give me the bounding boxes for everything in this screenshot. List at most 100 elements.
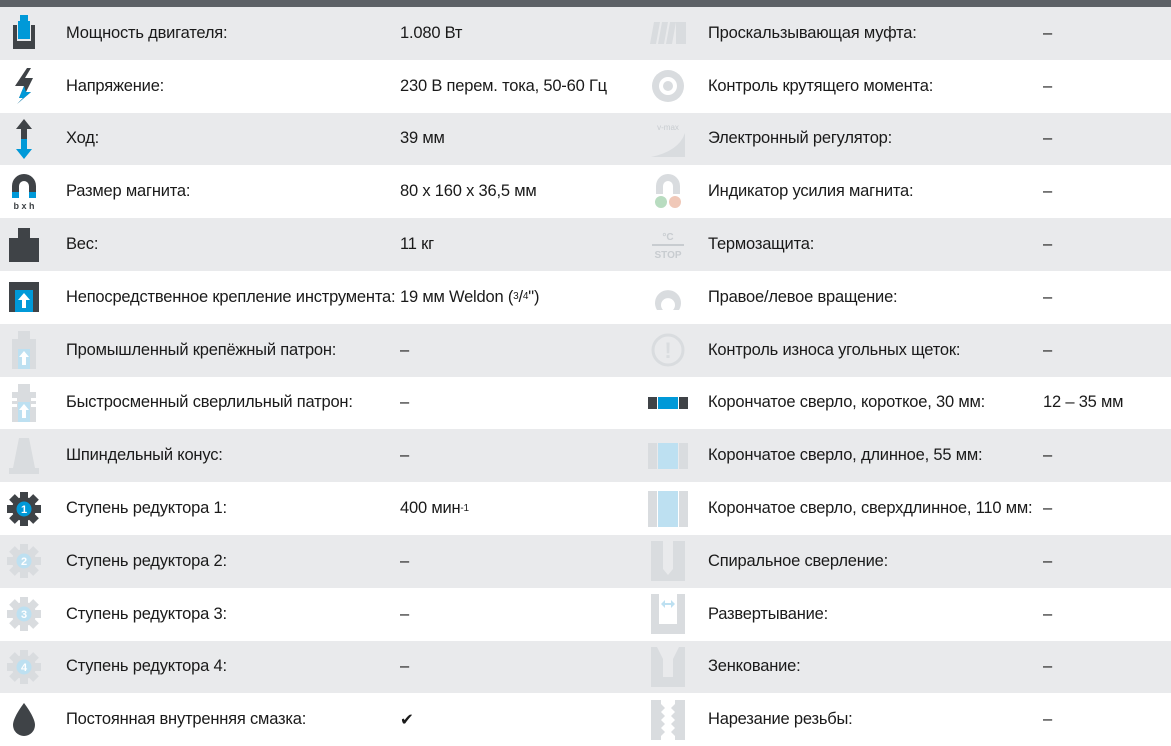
quick-change-chuck-icon (4, 377, 44, 430)
table-row: 4 Ступень редуктора 4: – Зенкование: – (0, 640, 1171, 694)
warning-mark: ! (664, 338, 671, 363)
table-row: Ход: 39 мм v-max Электронный регулятор: … (0, 112, 1171, 166)
table-row: 3 Ступень редуктора 3: – Развертывание: … (0, 587, 1171, 641)
direct-tool-mount-icon (4, 271, 44, 324)
oil-drop-icon (4, 693, 44, 746)
spec-value: – (400, 340, 409, 359)
reaming-icon (648, 588, 688, 641)
spec-value: – (1043, 604, 1052, 623)
core-drill-xlong-icon (648, 482, 688, 535)
spec-label: Спиральное сверление: (708, 551, 889, 570)
speed-value: 400 мин (400, 499, 461, 518)
spec-value: – (400, 604, 409, 623)
thermal-stop-icon: °C STOP (648, 218, 688, 271)
weight-icon (4, 218, 44, 271)
spec-value: – (1043, 129, 1052, 148)
spec-value: – (1043, 551, 1052, 570)
spec-label: Постоянная внутренняя смазка: (66, 710, 307, 729)
countersink-icon (648, 641, 688, 694)
spec-label: Вес: (66, 235, 99, 254)
value-prefix: 19 мм Weldon ( (400, 287, 514, 306)
table-row: b x h Размер магнита: 80 x 160 x 36,5 мм… (0, 165, 1171, 219)
spec-label: Ступень редуктора 1: (66, 499, 227, 518)
table-row: Быстросменный сверлильный патрон: – Коро… (0, 376, 1171, 430)
spec-value: – (1043, 710, 1052, 729)
spec-label: Мощность двигателя: (66, 23, 228, 42)
spec-label: Зенкование: (708, 657, 801, 676)
table-row: 1 Ступень редуктора 1: 400 мин -1 Коронча… (0, 482, 1171, 535)
vmax-regulator-icon: v-max (648, 113, 688, 166)
spec-label: Корончатое сверло, сверхдлинное, 110 мм: (708, 499, 1033, 518)
magnet-indicator-icon (648, 165, 688, 218)
gear-number: 1 (21, 504, 27, 516)
lightning-voltage-icon (4, 60, 44, 113)
spec-label: Ступень редуктора 4: (66, 657, 227, 676)
spec-value: – (1043, 657, 1052, 676)
spec-label: Развертывание: (708, 604, 829, 623)
spec-value: 12 – 35 мм (1043, 393, 1124, 412)
table-row: Промышленный крепёжный патрон: – ! Контр… (0, 323, 1171, 377)
spec-label: Корончатое сверло, короткое, 30 мм: (708, 393, 986, 412)
spec-label: Правое/левое вращение: (708, 287, 898, 306)
spec-label: Ступень редуктора 2: (66, 551, 227, 570)
rotation-icon (648, 271, 688, 324)
table-row: Вес: 11 кг °C STOP Термозащита: – (0, 218, 1171, 271)
table-row: Непосредственное крепление инструмента: … (0, 270, 1171, 324)
spec-value: – (1043, 182, 1052, 201)
spec-value: 1.080 Вт (400, 23, 463, 42)
table-row: Мощность двигателя: 1.080 Вт Проскальзыв… (0, 7, 1171, 60)
tapping-icon (648, 693, 688, 746)
table-row: 2 Ступень редуктора 2: – Спиральное свер… (0, 534, 1171, 588)
spec-label: Контроль износа угольных щеток: (708, 340, 961, 359)
spec-label: Термозащита: (708, 235, 815, 254)
spec-label: Корончатое сверло, длинное, 55 мм: (708, 446, 983, 465)
spec-label: Ступень редуктора 3: (66, 604, 227, 623)
spec-label: Нарезание резьбы: (708, 710, 853, 729)
header-bar (0, 0, 1171, 7)
gear-number: 3 (21, 609, 27, 621)
stroke-arrow-icon (4, 113, 44, 166)
spec-value: – (400, 551, 409, 570)
industrial-chuck-icon (4, 324, 44, 377)
spec-value: – (400, 446, 409, 465)
gear-number: 2 (21, 556, 27, 568)
spec-value: – (1043, 23, 1052, 42)
slip-clutch-icon (648, 7, 688, 60)
spec-label: Ход: (66, 129, 100, 148)
spec-label: Индикатор усилия магнита: (708, 182, 914, 201)
table-row: Напряжение: 230 В перем. тока, 50-60 Гц … (0, 59, 1171, 113)
core-drill-long-icon (648, 429, 688, 482)
gear-4-icon: 4 (4, 641, 44, 694)
spec-value: 11 кг (400, 235, 434, 254)
spec-value: 230 В перем. тока, 50-60 Гц (400, 76, 607, 95)
spec-value: ✔ (400, 710, 414, 729)
spec-label: Напряжение: (66, 76, 165, 95)
value-suffix: ") (528, 287, 540, 306)
spec-label: Быстросменный сверлильный патрон: (66, 393, 353, 412)
spec-value: – (1043, 287, 1052, 306)
spec-value: – (1043, 76, 1052, 95)
table-row: Шпиндельный конус: – Корончатое сверло, … (0, 429, 1171, 483)
gear-2-icon: 2 (4, 535, 44, 588)
magnet-dims-label: b x h (13, 201, 34, 210)
spec-value: 80 x 160 x 36,5 мм (400, 182, 537, 201)
vmax-label: v-max (657, 123, 679, 132)
twist-drill-icon (648, 535, 688, 588)
spindle-taper-icon (4, 429, 44, 482)
spec-value: – (1043, 235, 1052, 254)
spec-label: Электронный регулятор: (708, 129, 893, 148)
spec-label: Контроль крутящего момента: (708, 76, 934, 95)
gear-1-icon: 1 (4, 482, 44, 535)
motor-power-icon (4, 7, 44, 60)
torque-control-icon (648, 60, 688, 113)
spec-value: 400 мин -1 (400, 499, 469, 518)
spec-value: – (400, 393, 409, 412)
spec-value: 39 мм (400, 129, 445, 148)
spec-value: – (1043, 446, 1052, 465)
spec-table: Мощность двигателя: 1.080 Вт Проскальзыв… (0, 7, 1171, 746)
gear-number: 4 (21, 662, 28, 674)
spec-value: – (1043, 499, 1052, 518)
core-drill-short-icon (648, 377, 688, 430)
spec-label: Шпиндельный конус: (66, 446, 223, 465)
spec-value: – (400, 657, 409, 676)
